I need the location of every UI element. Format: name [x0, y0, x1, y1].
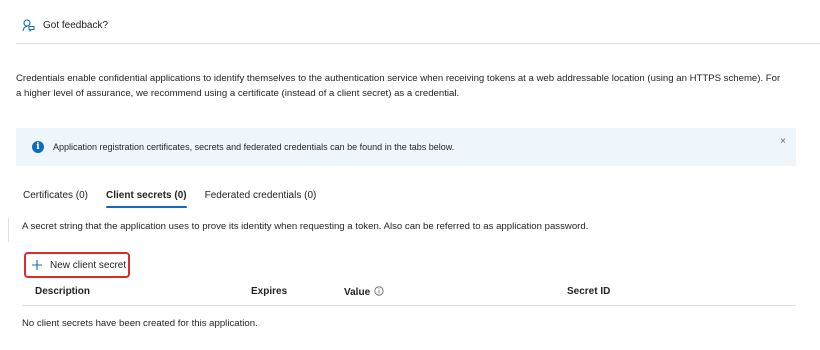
feedback-icon	[22, 19, 35, 32]
client-secrets-description: A secret string that the application use…	[22, 221, 589, 232]
panel-edge	[8, 218, 9, 242]
feedback-link[interactable]: Got feedback?	[22, 19, 108, 32]
close-icon[interactable]: ×	[780, 136, 786, 147]
new-client-secret-label: New client secret	[50, 259, 127, 271]
column-header-description: Description	[35, 286, 91, 297]
column-header-value-group: Value	[344, 286, 384, 299]
plus-icon	[32, 260, 42, 270]
feedback-label: Got feedback?	[43, 20, 109, 31]
tab-federated-credentials[interactable]: Federated credentials (0)	[198, 184, 324, 209]
column-header-value: Value	[344, 287, 371, 298]
banner-text: Application registration certificates, s…	[53, 142, 455, 152]
credential-tabs: Certificates (0) Client secrets (0) Fede…	[16, 184, 327, 209]
info-circle-icon[interactable]	[374, 286, 384, 299]
column-header-expires: Expires	[251, 286, 288, 297]
empty-state-message: No client secrets have been created for …	[22, 318, 258, 329]
header-divider	[16, 43, 820, 44]
tab-certificates[interactable]: Certificates (0)	[16, 184, 95, 209]
credentials-intro: Credentials enable confidential applicat…	[16, 73, 781, 99]
tab-client-secrets[interactable]: Client secrets (0)	[99, 184, 194, 209]
new-client-secret-button[interactable]: New client secret	[24, 252, 130, 278]
column-header-secret-id: Secret ID	[567, 286, 611, 297]
info-banner: i Application registration certificates,…	[16, 128, 796, 166]
table-header-divider	[22, 305, 796, 306]
info-icon: i	[32, 141, 44, 153]
